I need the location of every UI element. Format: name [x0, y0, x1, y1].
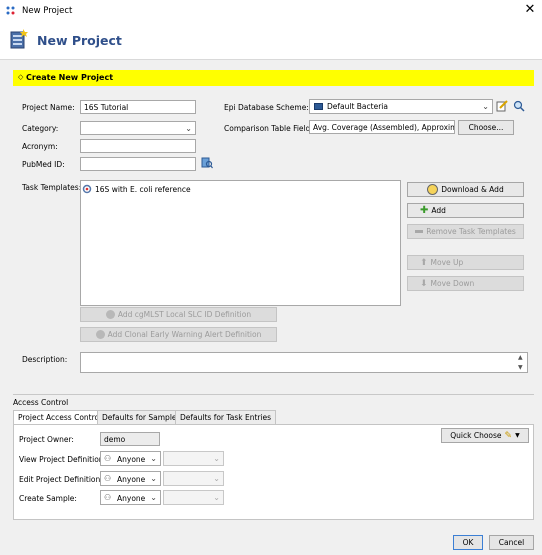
- window-titlebar: New Project ✕: [0, 0, 542, 22]
- create-sample-label: Create Sample:: [19, 494, 77, 503]
- quick-choose-button[interactable]: Quick Choose ✎ ▼: [441, 428, 529, 443]
- create-sample-secondary-select[interactable]: ⌄: [163, 490, 224, 505]
- access-panel: Project Owner: demo Quick Choose ✎ ▼ Vie…: [13, 424, 534, 520]
- close-icon[interactable]: ✕: [522, 2, 538, 18]
- owner-field: demo: [100, 432, 160, 446]
- comparison-fields-input[interactable]: Avg. Coverage (Assembled), Approximate: [309, 120, 455, 134]
- category-select[interactable]: ⌄: [80, 121, 196, 135]
- pubmed-input[interactable]: [80, 157, 196, 171]
- quick-choose-label: Quick Choose: [450, 431, 502, 440]
- cancel-button[interactable]: Cancel: [489, 535, 534, 550]
- chevron-down-icon: ⌄: [213, 454, 220, 463]
- epi-scheme-label: Epi Database Scheme:: [224, 103, 309, 112]
- move-up-button[interactable]: ⬆ Move Up: [407, 255, 524, 270]
- plus-icon: ✚: [420, 205, 429, 216]
- tab-defaults-samples[interactable]: Defaults for Samples: [97, 410, 186, 424]
- dialog-title: New Project: [37, 33, 122, 48]
- access-control-title: Access Control: [13, 398, 69, 407]
- database-icon: [314, 103, 323, 110]
- chevron-down-icon: ⌄: [213, 474, 220, 483]
- create-sample-select[interactable]: ⚇ Anyone ⌄: [100, 490, 161, 505]
- remove-label: Remove Task Templates: [426, 227, 516, 236]
- add-cgmlst-label: Add cgMLST Local SLC ID Definition: [117, 310, 252, 319]
- acronym-label: Acronym:: [22, 142, 58, 151]
- chevron-down-icon: ⌄: [150, 493, 157, 502]
- clonal-icon: [95, 330, 105, 339]
- choose-button[interactable]: Choose...: [458, 120, 514, 135]
- minus-icon: [415, 230, 424, 233]
- bullet-icon: ◇: [18, 73, 24, 81]
- task-template-icon: [82, 184, 92, 194]
- view-project-label: View Project Definition:: [19, 455, 107, 464]
- task-templates-list[interactable]: 16S with E. coli reference: [80, 180, 401, 306]
- download-add-button[interactable]: Download & Add: [407, 182, 524, 197]
- divider: [13, 394, 534, 395]
- scroll-down-icon[interactable]: ▼: [518, 364, 523, 371]
- ok-button[interactable]: OK: [453, 535, 483, 550]
- task-template-label: 16S with E. coli reference: [95, 184, 191, 194]
- window-title: New Project: [22, 6, 73, 16]
- add-clonal-button[interactable]: Add Clonal Early Warning Alert Definitio…: [80, 327, 277, 342]
- tab-defaults-task-entries[interactable]: Defaults for Task Entries: [175, 410, 277, 424]
- access-tabs: Project Access Control Defaults for Samp…: [13, 410, 534, 425]
- edit-project-value: Anyone: [117, 475, 146, 484]
- create-sample-value: Anyone: [117, 494, 146, 503]
- edit-project-label: Edit Project Definition:: [19, 475, 103, 484]
- arrow-up-icon: ⬆: [420, 257, 428, 268]
- list-item[interactable]: 16S with E. coli reference: [82, 183, 191, 195]
- group-icon: ⚇: [104, 454, 112, 463]
- epi-scheme-value: Default Bacteria: [327, 102, 388, 111]
- chevron-down-icon: ⌄: [150, 474, 157, 483]
- edit-scheme-icon[interactable]: [496, 100, 508, 112]
- dialog-header: New Project: [0, 22, 542, 60]
- add-label: Add: [431, 206, 446, 215]
- group-icon: ⚇: [104, 493, 112, 502]
- view-scheme-icon[interactable]: [513, 100, 525, 112]
- chevron-down-icon: ⌄: [482, 102, 489, 111]
- owner-label: Project Owner:: [19, 435, 74, 444]
- scroll-up-icon[interactable]: ▲: [518, 354, 523, 361]
- pubmed-label: PubMed ID:: [22, 160, 65, 169]
- create-project-banner: ◇ Create New Project: [13, 70, 534, 86]
- chevron-down-icon: ⌄: [213, 493, 220, 502]
- project-name-label: Project Name:: [22, 103, 75, 112]
- remove-task-templates-button[interactable]: Remove Task Templates: [407, 224, 524, 239]
- download-icon: [427, 184, 439, 195]
- description-input[interactable]: [80, 352, 528, 373]
- app-icon: [6, 6, 15, 15]
- epi-scheme-select[interactable]: Default Bacteria ⌄: [309, 99, 493, 114]
- project-name-input[interactable]: 16S Tutorial: [80, 100, 196, 114]
- acronym-input[interactable]: [80, 139, 196, 153]
- edit-project-select[interactable]: ⚇ Anyone ⌄: [100, 471, 161, 486]
- chevron-down-icon: ▼: [515, 432, 520, 439]
- add-cgmlst-button[interactable]: Add cgMLST Local SLC ID Definition: [80, 307, 277, 322]
- move-down-button[interactable]: ⬇ Move Down: [407, 276, 524, 291]
- move-up-label: Move Up: [430, 258, 464, 267]
- chevron-down-icon: ⌄: [185, 124, 192, 133]
- download-add-label: Download & Add: [441, 185, 504, 194]
- project-icon: [10, 29, 28, 49]
- category-label: Category:: [22, 124, 59, 133]
- comparison-fields-label: Comparison Table Fields:: [224, 124, 317, 133]
- add-button[interactable]: ✚ Add: [407, 203, 524, 218]
- add-clonal-label: Add Clonal Early Warning Alert Definitio…: [107, 330, 262, 339]
- pubmed-lookup-icon[interactable]: [201, 157, 213, 169]
- edit-project-secondary-select[interactable]: ⌄: [163, 471, 224, 486]
- task-templates-label: Task Templates:: [22, 183, 82, 192]
- move-down-label: Move Down: [430, 279, 475, 288]
- wand-icon: ✎: [504, 430, 513, 441]
- arrow-down-icon: ⬇: [420, 278, 428, 289]
- view-project-select[interactable]: ⚇ Anyone ⌄: [100, 451, 161, 466]
- chevron-down-icon: ⌄: [150, 454, 157, 463]
- view-project-value: Anyone: [117, 455, 146, 464]
- description-label: Description:: [22, 355, 68, 364]
- view-project-secondary-select[interactable]: ⌄: [163, 451, 224, 466]
- group-icon: ⚇: [104, 474, 112, 483]
- banner-title: Create New Project: [26, 73, 114, 82]
- cgmlst-icon: [105, 310, 115, 319]
- tab-project-access-control[interactable]: Project Access Control: [13, 410, 107, 425]
